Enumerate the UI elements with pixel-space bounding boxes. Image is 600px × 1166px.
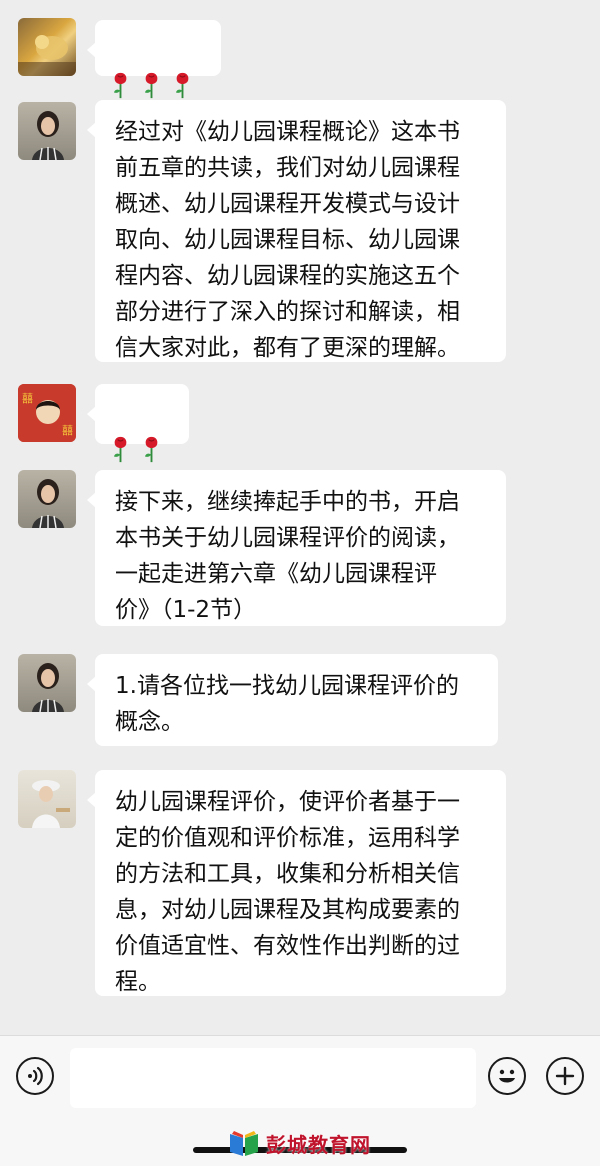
avatar[interactable] [18, 654, 76, 712]
message-bubble[interactable]: 接下来，继续捧起手中的书，开启 本书关于幼儿园课程评价的阅读， 一起走进第六章《… [87, 470, 506, 626]
voice-icon [28, 1066, 43, 1086]
avatar-woman-image [32, 479, 64, 528]
message-bubble[interactable]: 幼儿园课程评价，使评价者基于一 定的价值观和评价标准，运用科学 的方法和工具，收… [87, 770, 506, 996]
plus-icon [555, 1066, 575, 1086]
message-bubble[interactable] [87, 20, 221, 99]
rose-emoji-group [111, 68, 205, 100]
svg-text:囍: 囍 [22, 392, 33, 405]
avatar[interactable] [18, 470, 76, 528]
emoji-icon [499, 1069, 515, 1083]
voice-button[interactable] [16, 1057, 54, 1095]
avatar-illustration-image: 囍 囍 [18, 384, 76, 442]
rose-icon [144, 72, 158, 99]
message-bubble[interactable]: 1.请各位找一找幼儿园课程评价的 概念。 [87, 654, 498, 746]
emoji-button[interactable] [488, 1057, 526, 1095]
avatar-girl-image [32, 780, 70, 828]
avatar[interactable] [18, 18, 76, 76]
message-bubble[interactable] [87, 384, 189, 463]
watermark-text: 彭城教育网 [266, 1132, 371, 1157]
avatar-cat-image [18, 35, 76, 76]
avatar[interactable] [18, 770, 76, 828]
message-input[interactable] [70, 1048, 476, 1108]
plus-button[interactable] [546, 1057, 584, 1095]
svg-text:囍: 囍 [62, 424, 73, 437]
avatar-woman-image [32, 663, 64, 712]
rose-icon [113, 72, 127, 99]
avatar-woman-image [32, 111, 64, 160]
rose-icon [113, 436, 127, 463]
rose-icon [144, 436, 158, 463]
book-logo-icon [230, 1131, 258, 1156]
rose-emoji-group [111, 432, 173, 464]
avatar[interactable]: 囍 囍 [18, 384, 76, 442]
chat-area: 经过对《幼儿园课程概论》这本书 前五章的共读，我们对幼儿园课程 概述、幼儿园课程… [0, 0, 600, 1035]
chat-input-bar: 彭城教育网 [0, 1035, 600, 1166]
avatar[interactable] [18, 102, 76, 160]
rose-icon [175, 72, 189, 99]
message-bubble[interactable]: 经过对《幼儿园课程概论》这本书 前五章的共读，我们对幼儿园课程 概述、幼儿园课程… [87, 100, 506, 362]
watermark: 彭城教育网 [228, 1128, 371, 1158]
